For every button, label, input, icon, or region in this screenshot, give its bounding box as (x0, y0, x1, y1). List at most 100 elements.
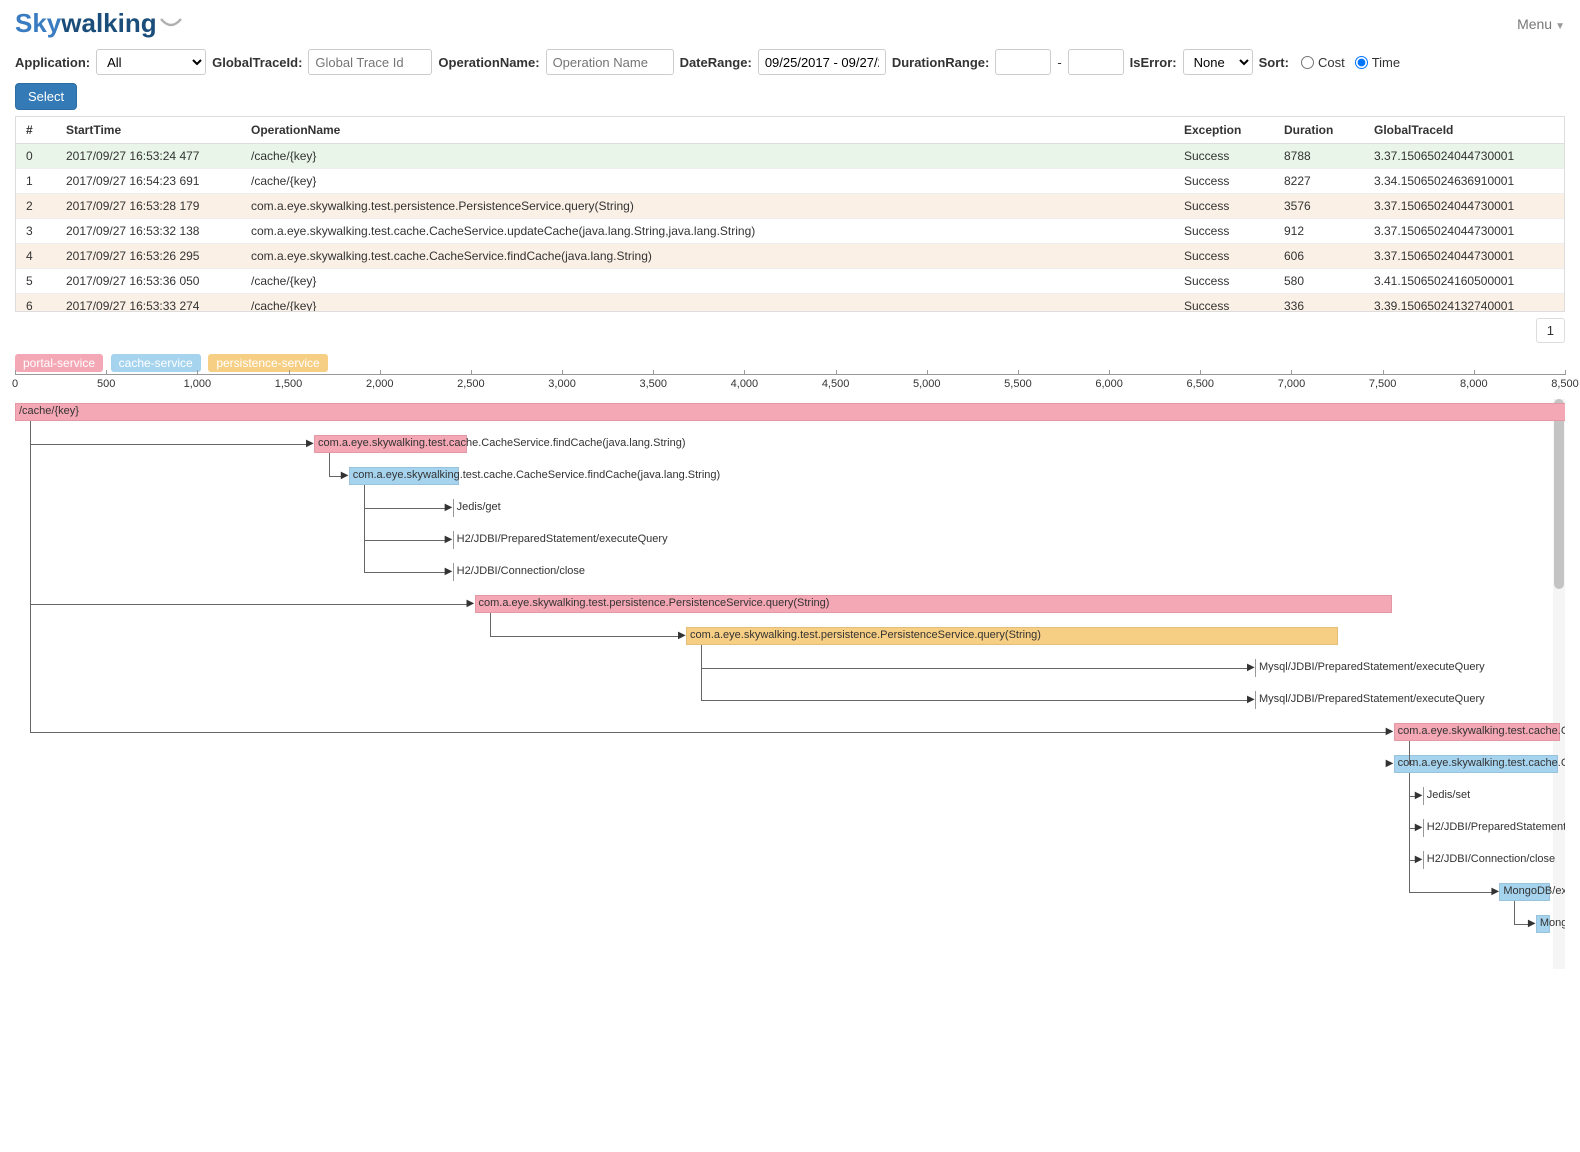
axis-tick-label: 3,500 (639, 378, 667, 390)
table-cell: Success (1174, 244, 1274, 269)
axis-tick-label: 6,000 (1095, 378, 1123, 390)
gantt-scrollbar[interactable] (1553, 399, 1565, 969)
axis-tick-label: 2,000 (366, 378, 394, 390)
table-cell: 3.37.15065024044730001 (1364, 219, 1564, 244)
menu-dropdown[interactable]: Menu▼ (1517, 16, 1565, 32)
daterange-label: DateRange: (680, 55, 752, 70)
span-bar[interactable] (1423, 787, 1426, 805)
durationrange-min-input[interactable] (995, 49, 1051, 75)
table-cell: com.a.eye.skywalking.test.persistence.Pe… (241, 194, 1174, 219)
legend: portal-service cache-service persistence… (0, 349, 1580, 374)
application-select[interactable]: All (96, 49, 206, 75)
table-cell: 2017/09/27 16:53:26 295 (56, 244, 241, 269)
table-cell: 580 (1274, 269, 1364, 294)
span-bar[interactable] (1255, 691, 1258, 709)
span-bar[interactable] (1255, 659, 1258, 677)
span-bar[interactable] (1423, 851, 1426, 869)
axis-tick-label: 8,000 (1460, 378, 1488, 390)
durationrange-max-input[interactable] (1068, 49, 1124, 75)
arrow-icon: ▶ (445, 535, 453, 545)
col-gt[interactable]: GlobalTraceId (1364, 117, 1564, 144)
arrow-icon: ▶ (1415, 823, 1423, 833)
table-row[interactable]: 62017/09/27 16:53:33 274/cache/{key}Succ… (16, 294, 1564, 313)
trace-gantt[interactable]: /cache/{key}com.a.eye.skywalking.test.ca… (15, 399, 1565, 969)
table-cell: /cache/{key} (241, 294, 1174, 313)
table-cell: 3.37.15065024044730001 (1364, 194, 1564, 219)
span-label: com.a.eye.skywalking.test.persistence.Pe… (479, 597, 830, 609)
operationname-input[interactable] (546, 49, 674, 75)
operationname-label: OperationName: (438, 55, 539, 70)
table-cell: 2017/09/27 16:53:36 050 (56, 269, 241, 294)
filter-bar: Application: All GlobalTraceId: Operatio… (0, 44, 1580, 83)
logo[interactable]: Skywalking (15, 8, 183, 39)
table-row[interactable]: 22017/09/27 16:53:28 179com.a.eye.skywal… (16, 194, 1564, 219)
col-idx[interactable]: # (16, 117, 56, 144)
table-cell: 2017/09/27 16:53:28 179 (56, 194, 241, 219)
table-cell: 3576 (1274, 194, 1364, 219)
pager: 1 (0, 312, 1580, 349)
col-op[interactable]: OperationName (241, 117, 1174, 144)
arrow-icon: ▶ (1247, 663, 1255, 673)
table-row[interactable]: 02017/09/27 16:53:24 477/cache/{key}Succ… (16, 144, 1564, 169)
arrow-icon: ▶ (467, 599, 475, 609)
select-button[interactable]: Select (15, 83, 77, 110)
arrow-icon: ▶ (1386, 759, 1394, 769)
sort-cost-radio[interactable] (1301, 56, 1314, 69)
table-cell: 3.37.15065024044730001 (1364, 244, 1564, 269)
arrow-icon: ▶ (445, 567, 453, 577)
table-cell: 3 (16, 219, 56, 244)
axis-tick-label: 4,500 (822, 378, 850, 390)
arrow-icon: ▶ (678, 631, 686, 641)
table-cell: /cache/{key} (241, 269, 1174, 294)
col-du[interactable]: Duration (1274, 117, 1364, 144)
axis-tick-label: 5,500 (1004, 378, 1032, 390)
sort-time-radio[interactable] (1355, 56, 1368, 69)
axis-tick-label: 4,000 (731, 378, 759, 390)
table-row[interactable]: 42017/09/27 16:53:26 295com.a.eye.skywal… (16, 244, 1564, 269)
table-cell: 3.37.15065024044730001 (1364, 144, 1564, 169)
iserror-select[interactable]: None (1183, 49, 1253, 75)
globaltraceid-input[interactable] (308, 49, 432, 75)
table-cell: 3.34.15065024636910001 (1364, 169, 1564, 194)
span-bar[interactable] (15, 403, 1565, 421)
span-label: com.a.eye.skywalking.test.cache.CacheSer… (1398, 725, 1565, 737)
table-row[interactable]: 32017/09/27 16:53:32 138com.a.eye.skywal… (16, 219, 1564, 244)
legend-portal: portal-service (15, 354, 103, 372)
table-cell: Success (1174, 294, 1274, 313)
durationrange-label: DurationRange: (892, 55, 990, 70)
axis-tick-label: 500 (97, 378, 115, 390)
table-row[interactable]: 52017/09/27 16:53:36 050/cache/{key}Succ… (16, 269, 1564, 294)
arrow-icon: ▶ (1386, 727, 1394, 737)
span-label: com.a.eye.skywalking.test.cache.CacheSer… (1398, 757, 1565, 769)
sort-time-label: Time (1372, 55, 1400, 70)
menu-label: Menu (1517, 16, 1552, 32)
table-cell: 912 (1274, 219, 1364, 244)
col-start[interactable]: StartTime (56, 117, 241, 144)
span-label: H2/JDBI/Connection/close (457, 565, 585, 577)
table-cell: 2 (16, 194, 56, 219)
table-row[interactable]: 12017/09/27 16:54:23 691/cache/{key}Succ… (16, 169, 1564, 194)
span-label: Jedis/get (457, 501, 501, 513)
iserror-label: IsError: (1130, 55, 1177, 70)
table-cell: Success (1174, 169, 1274, 194)
swoosh-icon (159, 17, 183, 31)
table-cell: Success (1174, 269, 1274, 294)
span-bar[interactable] (1423, 819, 1426, 837)
span-label: Mysql/JDBI/PreparedStatement/executeQuer… (1259, 661, 1485, 673)
daterange-input[interactable] (758, 49, 886, 75)
arrow-icon: ▶ (341, 471, 349, 481)
table-cell: 3.39.15065024132740001 (1364, 294, 1564, 313)
col-ex[interactable]: Exception (1174, 117, 1274, 144)
span-label: com.a.eye.skywalking.test.cache.CacheSer… (318, 437, 685, 449)
page-1-button[interactable]: 1 (1536, 318, 1565, 343)
axis-tick-label: 0 (12, 378, 18, 390)
span-label: H2/JDBI/PreparedStatement/executeUpdate (1427, 821, 1565, 833)
application-label: Application: (15, 55, 90, 70)
gantt-scroll-thumb[interactable] (1554, 399, 1564, 589)
arrow-icon: ▶ (1247, 695, 1255, 705)
table-cell: com.a.eye.skywalking.test.cache.CacheSer… (241, 219, 1174, 244)
table-cell: com.a.eye.skywalking.test.cache.CacheSer… (241, 244, 1174, 269)
sort-cost-label: Cost (1318, 55, 1345, 70)
span-label: Mysql/JDBI/PreparedStatement/executeQuer… (1259, 693, 1485, 705)
table-cell: Success (1174, 194, 1274, 219)
